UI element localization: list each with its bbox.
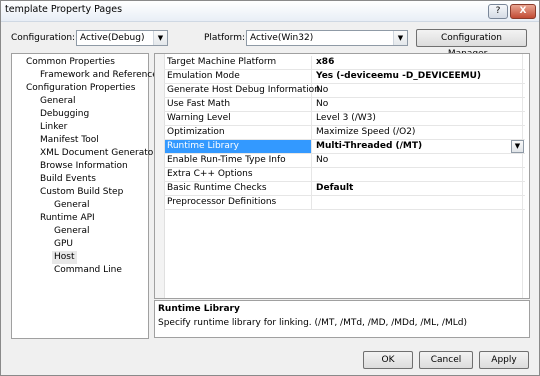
platform-value: Active(Win32): [250, 33, 314, 43]
tree-item-runtime-general[interactable]: General: [54, 225, 89, 238]
grid-row[interactable]: Enable Run-Time Type Info No: [164, 154, 525, 168]
property-value: No: [316, 85, 329, 95]
property-name: Optimization: [165, 126, 312, 139]
help-icon[interactable]: ?: [488, 4, 508, 19]
description-title: Runtime Library: [158, 304, 240, 314]
configuration-label: Configuration:: [11, 33, 76, 43]
tree-item-framework-references[interactable]: Framework and References: [40, 69, 162, 82]
grid-row[interactable]: Basic Runtime Checks Default: [164, 182, 525, 196]
property-name: Warning Level: [165, 112, 312, 125]
property-name: Use Fast Math: [165, 98, 312, 111]
property-tree: Common Properties Framework and Referenc…: [11, 53, 162, 339]
grid-row-selected[interactable]: Runtime Library Multi-Threaded (/MT) ▼: [164, 140, 525, 154]
property-name: Enable Run-Time Type Info: [165, 154, 312, 167]
property-name: Runtime Library: [165, 140, 312, 153]
grid-row[interactable]: Extra C++ Options: [164, 168, 525, 182]
description-panel: Runtime Library Specify runtime library …: [154, 300, 530, 338]
platform-label: Platform:: [204, 33, 245, 43]
grid-row[interactable]: Use Fast Math No: [164, 98, 525, 112]
platform-select[interactable]: Active(Win32) ▼: [246, 30, 408, 46]
grid-row[interactable]: Target Machine Platform x86: [164, 56, 525, 70]
property-grid: Target Machine Platform x86 Emulation Mo…: [154, 53, 530, 299]
chevron-down-icon: ▼: [393, 31, 407, 45]
configuration-value: Active(Debug): [80, 33, 145, 43]
property-name: Emulation Mode: [165, 70, 312, 83]
property-value: [314, 168, 525, 181]
property-value: x86: [316, 57, 335, 67]
tree-item-host[interactable]: Host: [52, 251, 77, 264]
property-value: No: [316, 155, 329, 165]
property-name: Preprocessor Definitions: [165, 196, 312, 209]
property-value: Yes (-deviceemu -D_DEVICEEMU): [316, 71, 482, 81]
tree-item-runtime-api[interactable]: Runtime API: [40, 212, 95, 225]
property-value: Maximize Speed (/O2): [316, 127, 416, 137]
title-bar: template Property Pages ? X: [1, 1, 539, 22]
property-name: Target Machine Platform: [165, 56, 312, 69]
configuration-select[interactable]: Active(Debug) ▼: [76, 30, 168, 46]
tree-item-debugging[interactable]: Debugging: [40, 108, 89, 121]
window-title: template Property Pages: [5, 4, 123, 15]
tree-item-common-properties[interactable]: Common Properties: [26, 56, 115, 69]
chevron-down-icon[interactable]: ▼: [511, 140, 524, 153]
tree-item-general[interactable]: General: [40, 95, 75, 108]
ok-button[interactable]: OK: [363, 351, 413, 369]
chevron-down-icon: ▼: [153, 31, 167, 45]
property-name: Generate Host Debug Information: [167, 84, 320, 97]
property-value: No: [316, 99, 329, 109]
tree-item-gpu[interactable]: GPU: [54, 238, 73, 251]
tree-item-browse-information[interactable]: Browse Information: [40, 160, 128, 173]
grid-row[interactable]: Preprocessor Definitions: [164, 196, 525, 210]
grid-row[interactable]: Optimization Maximize Speed (/O2): [164, 126, 525, 140]
tree-item-linker[interactable]: Linker: [40, 121, 67, 134]
configuration-manager-button[interactable]: Configuration Manager...: [416, 29, 527, 59]
property-name: Basic Runtime Checks: [165, 182, 312, 195]
property-pages-window: template Property Pages ? X Configuratio…: [0, 0, 540, 376]
property-value: Multi-Threaded (/MT): [316, 141, 423, 151]
tree-item-manifest-tool[interactable]: Manifest Tool: [40, 134, 99, 147]
cancel-button[interactable]: Cancel: [419, 351, 473, 369]
grid-row[interactable]: Generate Host Debug Information No: [164, 84, 525, 98]
property-value: Default: [316, 183, 354, 193]
grid-row[interactable]: Warning Level Level 3 (/W3): [164, 112, 525, 126]
description-text: Specify runtime library for linking. (/M…: [158, 318, 467, 328]
tree-item-xml-document-generator[interactable]: XML Document Generator: [40, 147, 157, 160]
tree-item-build-events[interactable]: Build Events: [40, 173, 96, 186]
tree-item-configuration-properties[interactable]: Configuration Properties: [26, 82, 135, 95]
property-name: Extra C++ Options: [165, 168, 312, 181]
property-value: [314, 196, 525, 209]
grid-row[interactable]: Emulation Mode Yes (-deviceemu -D_DEVICE…: [164, 70, 525, 84]
tree-item-custom-build-general[interactable]: General: [54, 199, 89, 212]
property-value: Level 3 (/W3): [316, 113, 376, 123]
close-icon[interactable]: X: [510, 4, 536, 19]
tree-item-custom-build-step[interactable]: Custom Build Step: [40, 186, 123, 199]
apply-button[interactable]: Apply: [479, 351, 529, 369]
tree-item-command-line[interactable]: Command Line: [54, 264, 122, 277]
